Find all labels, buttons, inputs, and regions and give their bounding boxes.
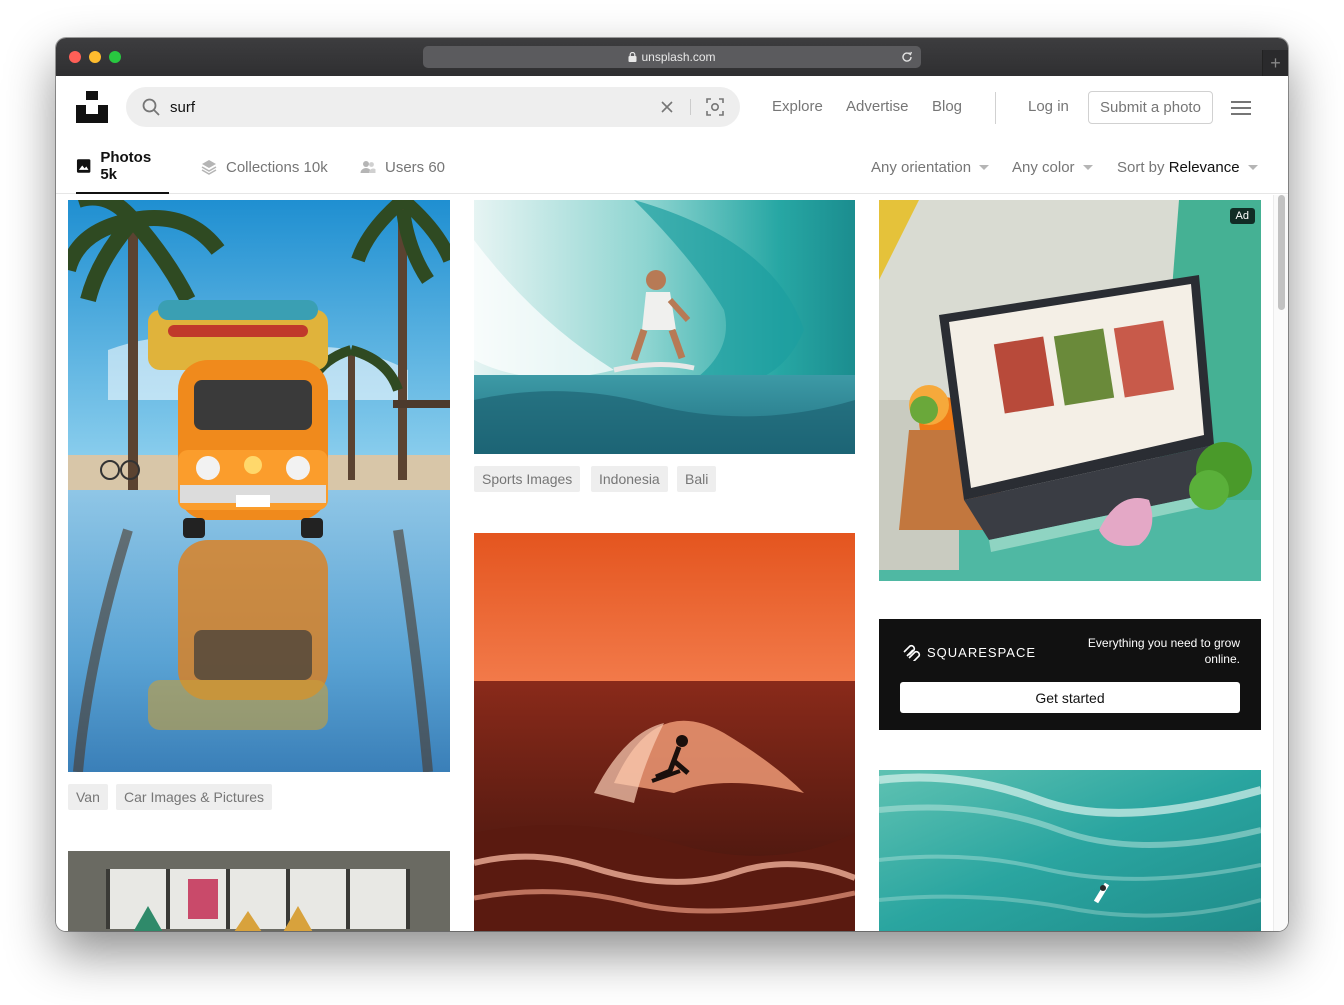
tag-bali[interactable]: Bali xyxy=(677,466,717,492)
surfer-barrel-image xyxy=(474,200,855,454)
ad-brand: SQUARESPACE xyxy=(927,644,1037,660)
url-text: unsplash.com xyxy=(641,50,716,64)
search-input[interactable] xyxy=(170,87,650,127)
chevron-down-icon xyxy=(1247,165,1258,170)
login-link[interactable]: Log in xyxy=(1028,98,1069,115)
surf-shop-image xyxy=(68,851,450,931)
browser-window: unsplash.com + Explore Advertise Blog Lo… xyxy=(56,38,1288,931)
visual-search-icon[interactable] xyxy=(706,98,724,116)
get-started-button[interactable]: Get started xyxy=(900,682,1240,713)
photo-aerial-surfer[interactable] xyxy=(879,770,1261,931)
ad-text: Everything you need to grow online. xyxy=(1087,636,1240,666)
photo-icon xyxy=(76,159,91,173)
tag-sports-images[interactable]: Sports Images xyxy=(474,466,581,492)
zoom-window-button[interactable] xyxy=(109,51,121,63)
photo-surfer-sunset[interactable] xyxy=(474,533,855,931)
tab-users-label: Users 60 xyxy=(385,158,446,176)
chevron-down-icon xyxy=(1082,165,1093,170)
tab-collections[interactable]: Collections 10k xyxy=(201,140,328,194)
ad-image[interactable]: Ad xyxy=(879,200,1261,581)
lock-icon xyxy=(628,52,637,62)
color-filter-label: Any color xyxy=(1012,159,1075,176)
van-photo-image xyxy=(68,200,450,772)
search-icon[interactable] xyxy=(142,98,160,116)
color-filter[interactable]: Any color xyxy=(1012,159,1093,176)
orientation-filter-label: Any orientation xyxy=(871,159,972,176)
new-tab-button[interactable]: + xyxy=(1262,50,1288,76)
tab-users[interactable]: Users 60 xyxy=(360,140,445,194)
tab-photos[interactable]: Photos 5k xyxy=(76,140,169,194)
users-icon xyxy=(360,161,376,173)
address-bar[interactable]: unsplash.com xyxy=(423,46,921,68)
search-divider xyxy=(690,99,691,115)
search-bar xyxy=(126,87,740,127)
page-scrollbar[interactable] xyxy=(1273,195,1288,931)
sort-filter-label: Sort by Relevance xyxy=(1117,159,1240,176)
ad-badge: Ad xyxy=(1229,208,1255,224)
hamburger-menu-icon[interactable] xyxy=(1231,100,1251,116)
scrollbar-thumb[interactable] xyxy=(1278,195,1285,310)
photo-van-beach[interactable] xyxy=(68,200,450,772)
photo-surf-shop[interactable] xyxy=(68,851,450,931)
clear-search-icon[interactable] xyxy=(660,100,674,114)
ad-footer: SQUARESPACE Everything you need to grow … xyxy=(879,619,1261,730)
photo-grid: Van Car Images & Pictures Sports Images … xyxy=(56,195,1288,931)
aerial-surfer-image xyxy=(879,770,1261,931)
submit-photo-button[interactable]: Submit a photo xyxy=(1088,91,1213,124)
laptop-ad-image xyxy=(879,200,1261,581)
chevron-down-icon xyxy=(979,165,990,170)
search-tabs: Photos 5k Collections 10k Users 60 Any o… xyxy=(56,140,1288,194)
tag-indonesia[interactable]: Indonesia xyxy=(591,466,668,492)
reload-icon[interactable] xyxy=(899,49,915,65)
unsplash-logo[interactable] xyxy=(76,91,108,123)
tag-van[interactable]: Van xyxy=(68,784,108,810)
collections-icon xyxy=(201,160,217,175)
nav-advertise-link[interactable]: Advertise xyxy=(846,98,909,115)
tag-car-images[interactable]: Car Images & Pictures xyxy=(116,784,273,810)
minimize-window-button[interactable] xyxy=(89,51,101,63)
tab-photos-label: Photos 5k xyxy=(100,149,152,183)
surfer-sunset-image xyxy=(474,533,855,931)
tab-collections-label: Collections 10k xyxy=(226,158,328,176)
site-header: Explore Advertise Blog Log in Submit a p… xyxy=(56,76,1288,140)
title-bar: unsplash.com + xyxy=(56,38,1288,76)
photo-surfer-barrel[interactable] xyxy=(474,200,855,454)
nav-blog-link[interactable]: Blog xyxy=(932,98,962,115)
orientation-filter[interactable]: Any orientation xyxy=(871,159,990,176)
sort-filter[interactable]: Sort by Relevance xyxy=(1117,159,1258,176)
squarespace-icon xyxy=(903,644,921,661)
nav-explore-link[interactable]: Explore xyxy=(772,98,823,115)
nav-separator xyxy=(995,92,996,124)
close-window-button[interactable] xyxy=(69,51,81,63)
squarespace-logo[interactable]: SQUARESPACE xyxy=(901,643,1036,661)
